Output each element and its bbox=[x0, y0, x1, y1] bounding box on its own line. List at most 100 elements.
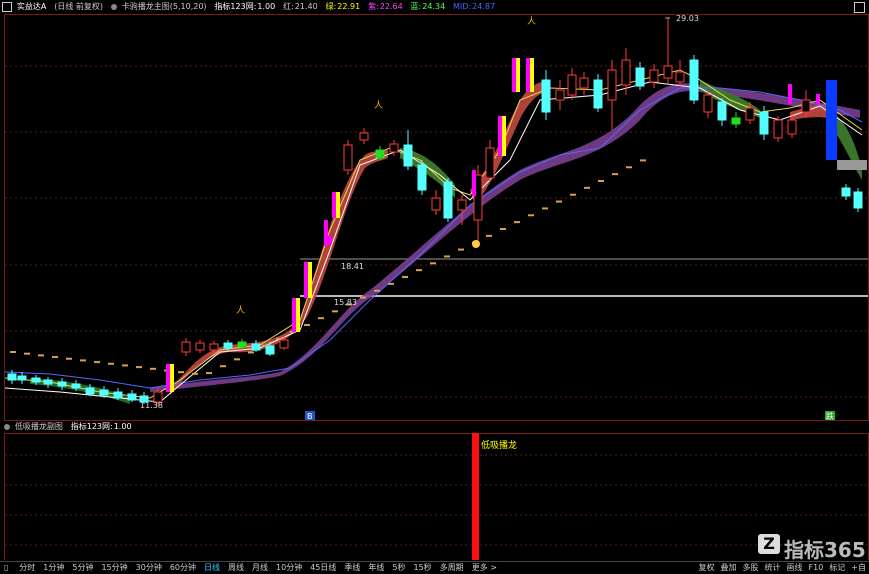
signal-bar-magenta bbox=[166, 364, 170, 392]
candle-body bbox=[113, 391, 123, 399]
period-tab[interactable]: 周线 bbox=[224, 562, 248, 574]
period-tab[interactable]: 30分钟 bbox=[132, 562, 166, 574]
svg-text:人: 人 bbox=[236, 305, 245, 316]
candle-body bbox=[663, 65, 673, 79]
period-tab[interactable]: 5分钟 bbox=[68, 562, 97, 574]
collapse-icon[interactable]: ▯ bbox=[0, 562, 12, 574]
watermark-text: 指标365 bbox=[784, 538, 866, 562]
period-tab[interactable]: 更多 > bbox=[468, 562, 501, 574]
candle-body bbox=[279, 339, 289, 349]
candle-body bbox=[99, 389, 109, 396]
toolbar-button[interactable]: 复权 bbox=[696, 562, 718, 574]
toolbar-button[interactable]: 叠加 bbox=[718, 562, 740, 574]
period-tab[interactable]: 年线 bbox=[364, 562, 388, 574]
toolbar-button[interactable]: 画线 bbox=[784, 562, 806, 574]
candle-body bbox=[675, 71, 685, 83]
candle-body bbox=[7, 373, 17, 381]
fast-ribbon-1 bbox=[170, 150, 388, 395]
signal-bar-magenta bbox=[304, 262, 308, 298]
price-level2-label: 15.83 bbox=[334, 298, 357, 307]
candle-body bbox=[431, 197, 441, 211]
low-buy-signal-bar bbox=[472, 433, 479, 560]
toolbar-button[interactable]: 统计 bbox=[762, 562, 784, 574]
candle-body bbox=[251, 343, 261, 351]
candle-body bbox=[649, 69, 659, 83]
period-tab[interactable]: 60分钟 bbox=[166, 562, 200, 574]
signal-bar-yellow bbox=[170, 364, 174, 392]
svg-text:人: 人 bbox=[374, 100, 383, 111]
candle-body bbox=[567, 74, 577, 96]
grey-signal-bar bbox=[837, 160, 867, 170]
candle-body bbox=[593, 79, 603, 109]
candle-body bbox=[689, 59, 699, 101]
signal-bar-yellow bbox=[296, 298, 300, 332]
period-tab[interactable]: 45日线 bbox=[306, 562, 340, 574]
candle-body bbox=[17, 375, 27, 381]
signal-stick bbox=[328, 236, 332, 244]
price-low-label: 11.38 bbox=[140, 401, 163, 410]
period-tab[interactable]: 5秒 bbox=[388, 562, 409, 574]
main-pane-frame bbox=[4, 14, 869, 421]
period-tab[interactable]: 日线 bbox=[200, 562, 224, 574]
sub-indicator-name[interactable]: 低吸播龙副图 bbox=[15, 421, 63, 433]
signal-stick bbox=[788, 84, 792, 104]
period-tab[interactable]: 15分钟 bbox=[97, 562, 131, 574]
indicator-header: 低吸播龙副图 指标123网:1.00 bbox=[0, 421, 869, 433]
right-toolbar: 复权 叠加 多股 统计 画线 F10 标记 +自 bbox=[696, 562, 869, 574]
toolbar-button[interactable]: +自 bbox=[848, 562, 869, 574]
period-tab[interactable]: 分时 bbox=[15, 562, 39, 574]
candle-body bbox=[485, 147, 495, 179]
sub-pointer-label: 指标123网: bbox=[70, 422, 113, 431]
candle-body bbox=[265, 345, 275, 355]
signal-bar-magenta bbox=[512, 58, 516, 92]
candle-body bbox=[389, 143, 399, 153]
candle-body bbox=[853, 191, 863, 209]
candle-body bbox=[703, 94, 713, 113]
candle-body bbox=[443, 181, 453, 219]
candle-body bbox=[31, 377, 41, 383]
period-tab[interactable]: 多周期 bbox=[436, 562, 468, 574]
candle-body bbox=[607, 69, 617, 101]
toolbar-button[interactable]: 多股 bbox=[740, 562, 762, 574]
period-tab[interactable]: 15秒 bbox=[410, 562, 436, 574]
indicator-toggle-icon-2[interactable] bbox=[4, 423, 10, 430]
candle-body bbox=[801, 99, 811, 113]
price-level1-label: 18.41 bbox=[341, 262, 364, 271]
watermark: Z 指标365 bbox=[758, 534, 866, 563]
sub-pointer-value: 1.00 bbox=[113, 422, 132, 431]
signal-bar-yellow bbox=[516, 58, 520, 92]
main-chart[interactable]: 29.03 18.41 15.83 11.38 人 人 人 B 跌 低吸播龙 bbox=[0, 0, 869, 560]
toolbar-button[interactable]: 标记 bbox=[826, 562, 848, 574]
signal-bar-yellow bbox=[502, 116, 506, 156]
candle-body bbox=[635, 67, 645, 87]
sell-marker: 跌 bbox=[826, 411, 834, 421]
candle-body bbox=[745, 107, 755, 121]
candle-body bbox=[127, 393, 137, 401]
sub-pane-frame bbox=[4, 433, 869, 560]
candle-body bbox=[375, 149, 385, 159]
signal-bar-magenta bbox=[332, 192, 336, 218]
candle-body bbox=[759, 111, 769, 135]
candle-body bbox=[773, 119, 783, 139]
candle-body bbox=[237, 341, 247, 348]
signal-stick bbox=[816, 94, 820, 104]
period-tab[interactable]: 1分钟 bbox=[39, 562, 68, 574]
period-tab[interactable]: 月线 bbox=[248, 562, 272, 574]
candle-body bbox=[403, 144, 413, 167]
candle-body bbox=[85, 387, 95, 395]
candle-body bbox=[841, 187, 851, 197]
candle-body bbox=[181, 341, 191, 353]
candle-body bbox=[359, 132, 369, 141]
signal-bar-yellow bbox=[336, 192, 340, 218]
candle-body bbox=[57, 381, 67, 387]
period-tab[interactable]: 10分钟 bbox=[272, 562, 306, 574]
period-tab[interactable]: 季线 bbox=[340, 562, 364, 574]
toolbar-button[interactable]: F10 bbox=[806, 562, 827, 574]
candle-body bbox=[195, 342, 205, 351]
main-gridlines bbox=[5, 65, 868, 398]
candle-body bbox=[209, 343, 219, 351]
signal-bar-magenta bbox=[526, 58, 530, 92]
candle-body bbox=[417, 164, 427, 191]
signal-bar-yellow bbox=[530, 58, 534, 92]
candle-body bbox=[621, 59, 631, 86]
